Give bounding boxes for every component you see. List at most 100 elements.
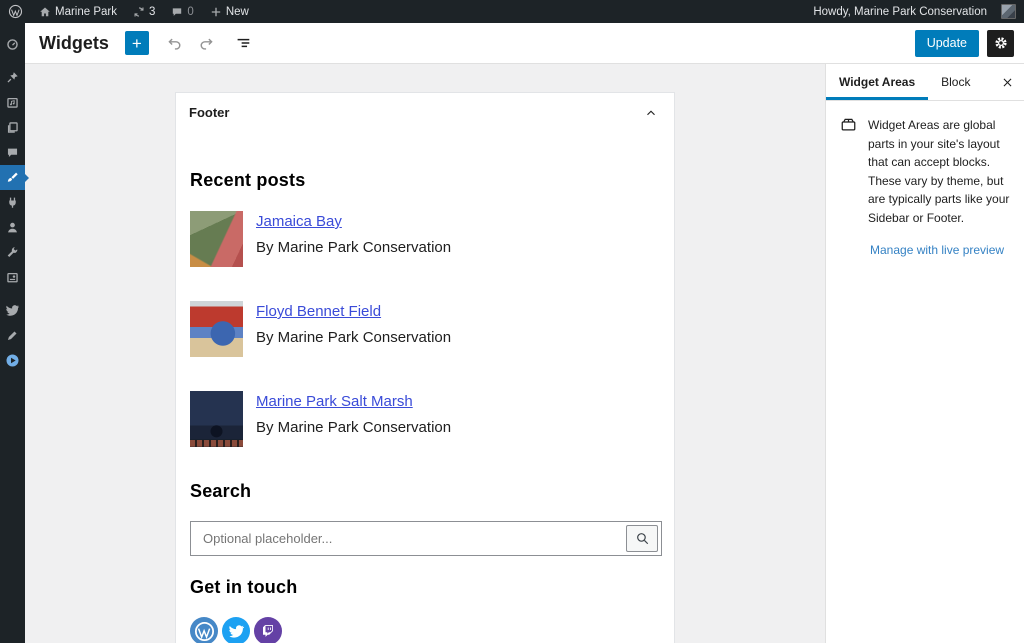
sidebar-tabs: Widget Areas Block — [826, 64, 1024, 101]
footer-widget-area-panel: Footer Recent posts Jamaica Bay By Marin… — [175, 92, 675, 643]
dashboard-icon — [6, 38, 19, 51]
footer-panel-header[interactable]: Footer — [176, 93, 674, 130]
manage-live-preview-link[interactable]: Manage with live preview — [870, 243, 1010, 257]
post-byline: By Marine Park Conservation — [256, 419, 451, 436]
gear-icon — [993, 35, 1009, 51]
update-button[interactable]: Update — [915, 30, 979, 57]
search-icon — [635, 531, 650, 546]
post-thumbnail — [190, 391, 243, 447]
wordpress-social-link[interactable] — [190, 617, 218, 643]
wordpress-logo-icon — [8, 4, 23, 19]
list-view-icon — [234, 34, 252, 52]
wordpress-logo-menu[interactable] — [0, 0, 31, 23]
updates-icon — [133, 6, 145, 18]
user-icon — [6, 221, 19, 234]
close-icon — [1001, 76, 1014, 89]
post-title-link[interactable]: Jamaica Bay — [256, 213, 451, 230]
list-view-button[interactable] — [231, 31, 255, 55]
home-icon — [39, 6, 51, 18]
post-title-link[interactable]: Floyd Bennet Field — [256, 303, 451, 320]
sidebar-item-twitter-plugin[interactable] — [0, 298, 25, 323]
sidebar-item-pages[interactable] — [0, 115, 25, 140]
search-button[interactable] — [626, 525, 658, 552]
recent-posts-heading: Recent posts — [190, 170, 660, 191]
updates-count: 3 — [149, 6, 155, 18]
undo-icon — [166, 35, 183, 52]
pencil-icon — [6, 329, 19, 342]
widget-area-box-icon — [840, 116, 857, 228]
editor-canvas: Footer Recent posts Jamaica Bay By Marin… — [25, 64, 825, 643]
block-inserter-button[interactable]: + — [125, 31, 149, 55]
sidebar-item-settings[interactable] — [0, 265, 25, 290]
list-item: Jamaica Bay By Marine Park Conservation — [190, 211, 660, 267]
site-name-label: Marine Park — [55, 6, 117, 18]
sidebar-item-appearance[interactable] — [0, 165, 25, 190]
pushpin-icon — [6, 71, 19, 84]
sidebar-item-media[interactable] — [0, 90, 25, 115]
comments-count: 0 — [187, 6, 193, 18]
sidebar-item-plugins[interactable] — [0, 190, 25, 215]
pages-icon — [6, 121, 19, 134]
sidebar-item-users[interactable] — [0, 215, 25, 240]
paintbrush-icon — [6, 171, 19, 184]
plus-icon — [210, 6, 222, 18]
editor-header: Widgets + Update — [25, 23, 1024, 64]
post-thumbnail — [190, 301, 243, 357]
social-icons-widget — [190, 617, 660, 643]
settings-sidebar: Widget Areas Block Widget Areas are glob… — [825, 64, 1024, 643]
twitter-bird-icon — [6, 304, 19, 317]
tab-block[interactable]: Block — [928, 64, 983, 100]
twitter-icon — [229, 624, 244, 639]
media-icon — [6, 96, 19, 109]
avatar[interactable] — [1001, 4, 1016, 19]
redo-icon — [198, 35, 215, 52]
comments-menu[interactable]: 0 — [163, 0, 201, 23]
page-title: Widgets — [39, 33, 109, 54]
search-heading: Search — [190, 481, 660, 502]
new-label: New — [226, 6, 249, 18]
search-input[interactable] — [191, 522, 623, 555]
comment-bubble-icon — [6, 146, 19, 159]
post-thumbnail — [190, 211, 243, 267]
wrench-icon — [6, 246, 19, 259]
settings-icon — [6, 271, 19, 284]
admin-bar: Marine Park 3 0 New Howdy, Marine Park C… — [0, 0, 1024, 23]
twitch-social-link[interactable] — [254, 617, 282, 643]
widget-areas-description: Widget Areas are global parts in your si… — [868, 116, 1010, 228]
play-circle-icon — [5, 353, 20, 368]
sidebar-item-videopress-plugin[interactable] — [0, 348, 25, 373]
sidebar-item-edit-plugin[interactable] — [0, 323, 25, 348]
new-content-menu[interactable]: New — [202, 0, 257, 23]
get-in-touch-heading: Get in touch — [190, 577, 660, 598]
admin-menu — [0, 23, 25, 643]
post-byline: By Marine Park Conservation — [256, 329, 451, 346]
site-name-menu[interactable]: Marine Park — [31, 0, 125, 23]
list-item: Floyd Bennet Field By Marine Park Conser… — [190, 301, 660, 357]
footer-panel-title: Footer — [189, 105, 229, 120]
undo-button[interactable] — [163, 31, 187, 55]
twitch-icon — [261, 624, 275, 638]
footer-panel-body: Recent posts Jamaica Bay By Marine Park … — [176, 170, 674, 643]
post-byline: By Marine Park Conservation — [256, 239, 451, 256]
updates-menu[interactable]: 3 — [125, 0, 163, 23]
sidebar-item-tools[interactable] — [0, 240, 25, 265]
search-widget — [190, 521, 662, 556]
widget-areas-panel: Widget Areas are global parts in your si… — [826, 101, 1024, 272]
comments-icon — [171, 6, 183, 18]
close-sidebar-button[interactable] — [990, 64, 1024, 100]
chevron-up-icon — [644, 106, 658, 120]
collapse-panel-button[interactable] — [644, 106, 658, 120]
twitter-social-link[interactable] — [222, 617, 250, 643]
sidebar-item-posts[interactable] — [0, 65, 25, 90]
sidebar-item-dashboard[interactable] — [0, 32, 25, 57]
sidebar-item-comments[interactable] — [0, 140, 25, 165]
my-account-menu[interactable]: Howdy, Marine Park Conservation — [805, 6, 995, 18]
plugin-icon — [6, 196, 19, 209]
wordpress-icon — [191, 618, 218, 643]
settings-toggle-button[interactable] — [987, 30, 1014, 57]
redo-button[interactable] — [195, 31, 219, 55]
post-title-link[interactable]: Marine Park Salt Marsh — [256, 393, 451, 410]
howdy-label: Howdy, Marine Park Conservation — [813, 6, 987, 18]
tab-widget-areas[interactable]: Widget Areas — [826, 64, 928, 100]
list-item: Marine Park Salt Marsh By Marine Park Co… — [190, 391, 660, 447]
